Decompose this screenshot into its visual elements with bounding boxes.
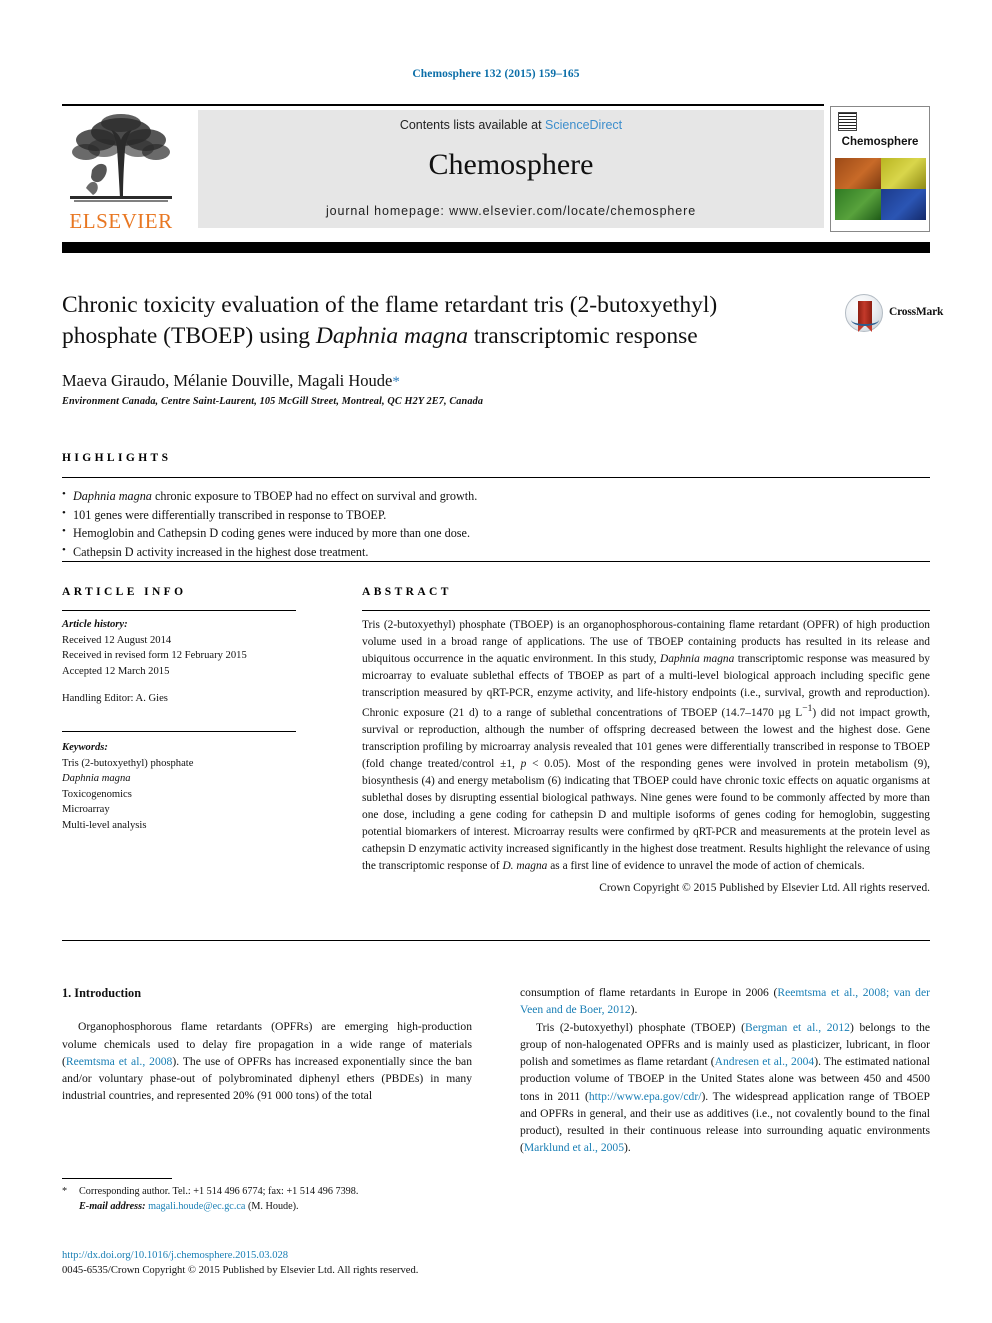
- intro-paragraph-1: Organophosphorous flame retardants (OPFR…: [62, 1018, 472, 1104]
- intro-p1-cont-pre: consumption of flame retardants in Europ…: [520, 986, 778, 999]
- article-accepted: Accepted 12 March 2015: [62, 665, 170, 677]
- article-revised: Received in revised form 12 February 201…: [62, 650, 247, 662]
- cover-tile-orange: [835, 158, 881, 189]
- section-heading-introduction: 1. Introduction: [62, 986, 142, 1000]
- crossmark-badge[interactable]: CrossMark: [845, 292, 944, 338]
- keywords-top-rule: [62, 731, 296, 732]
- footnote-text: Corresponding author. Tel.: +1 514 496 6…: [79, 1186, 359, 1197]
- citation-andresen-2004[interactable]: Andresen et al., 2004: [715, 1055, 815, 1068]
- header-black-bar: [62, 242, 930, 253]
- article-info-heading: ARTICLE INFO: [62, 586, 187, 598]
- abstract-part-5: as a first line of evidence to unravel t…: [547, 860, 865, 873]
- keyword-item: Tris (2-butoxyethyl) phosphate: [62, 757, 194, 769]
- keywords-block: Keywords: Tris (2-butoxyethyl) phosphate…: [62, 740, 312, 833]
- corresponding-author-footnote: * Corresponding author. Tel.: +1 514 496…: [62, 1184, 482, 1214]
- intro-p2-a: Tris (2-butoxyethyl) phosphate (TBOEP) (: [536, 1020, 745, 1034]
- page-footer: http://dx.doi.org/10.1016/j.chemosphere.…: [62, 1248, 622, 1278]
- crossmark-label: CrossMark: [889, 306, 944, 318]
- corresponding-author-marker[interactable]: *: [392, 374, 400, 390]
- highlight-item: Daphnia magna chronic exposure to TBOEP …: [62, 486, 930, 506]
- cover-tile-yellow: [880, 158, 926, 189]
- abstract-superscript: −1: [802, 704, 813, 715]
- elsevier-wordmark: ELSEVIER: [69, 209, 173, 233]
- keyword-item: Toxicogenomics: [62, 788, 132, 800]
- contents-available-line: Contents lists available at ScienceDirec…: [198, 118, 824, 132]
- keyword-item: Daphnia magna: [62, 773, 131, 785]
- abstract-body: Tris (2-butoxyethyl) phosphate (TBOEP) i…: [362, 617, 930, 897]
- intro-paragraph-2: Tris (2-butoxyethyl) phosphate (TBOEP) (…: [520, 1019, 930, 1157]
- highlight-text: 101 genes were differentially transcribe…: [73, 507, 387, 522]
- journal-homepage-link[interactable]: journal homepage: www.elsevier.com/locat…: [198, 204, 824, 218]
- doi-link[interactable]: http://dx.doi.org/10.1016/j.chemosphere.…: [62, 1248, 622, 1263]
- sciencedirect-link[interactable]: ScienceDirect: [545, 118, 622, 132]
- highlight-text: Cathepsin D activity increased in the hi…: [73, 544, 369, 559]
- author-list: Maeva Giraudo, Mélanie Douville, Magali …: [62, 371, 842, 391]
- article-history-label: Article history:: [62, 619, 128, 630]
- title-line-1: Chronic toxicity evaluation of the flame…: [62, 292, 718, 318]
- cover-mini-icon: [838, 112, 857, 131]
- abstract-italic-species-2: D. magna: [502, 860, 548, 873]
- journal-cover-thumbnail: Chemosphere: [830, 106, 930, 232]
- cover-tile-green: [835, 189, 881, 220]
- highlight-text: chronic exposure to TBOEP had no effect …: [151, 489, 478, 503]
- contents-prefix: Contents lists available at: [399, 118, 546, 132]
- highlights-heading: HIGHLIGHTS: [62, 452, 172, 464]
- running-head-citation: Chemosphere 132 (2015) 159–165: [412, 68, 580, 80]
- cover-journal-title: Chemosphere: [841, 136, 919, 148]
- abstract-copyright: Crown Copyright © 2015 Published by Else…: [599, 881, 930, 894]
- footnote-rule: [62, 1178, 172, 1179]
- keyword-item: Microarray: [62, 804, 110, 816]
- citation-bergman-2012[interactable]: Bergman et al., 2012: [745, 1021, 850, 1034]
- highlight-item: Cathepsin D activity increased in the hi…: [62, 542, 930, 562]
- abstract-italic-species-1: Daphnia magna: [659, 653, 735, 666]
- title-species-name: Daphnia magna: [315, 323, 469, 350]
- body-column-right: consumption of flame retardants in Europ…: [520, 984, 930, 1157]
- highlights-list: Daphnia magna chronic exposure to TBOEP …: [62, 486, 930, 562]
- section-divider-rule: [62, 940, 930, 941]
- paper-page: Chemosphere 132 (2015) 159–165 ELSEVIER …: [0, 0, 992, 1323]
- intro-paragraph-1-cont: consumption of flame retardants in Europ…: [520, 984, 930, 1019]
- article-history: Article history: Received 12 August 2014…: [62, 617, 312, 679]
- page-title: Chronic toxicity evaluation of the flame…: [62, 290, 822, 353]
- highlights-bottom-rule: [62, 561, 930, 562]
- keywords-label: Keywords:: [62, 742, 108, 753]
- keyword-item: Multi-level analysis: [62, 819, 147, 831]
- highlight-italic-species: Daphnia magna: [73, 489, 152, 503]
- highlight-text: Hemoglobin and Cathepsin D coding genes …: [73, 526, 471, 541]
- article-received: Received 12 August 2014: [62, 634, 172, 646]
- intro-p1-cont-post: ).: [630, 1003, 638, 1017]
- footnote-marker: *: [62, 1186, 68, 1197]
- handling-editor: Handling Editor: A. Gies: [62, 693, 168, 704]
- email-link[interactable]: magali.houde@ec.gc.ca: [148, 1201, 245, 1212]
- email-suffix: (M. Houde).: [245, 1201, 299, 1213]
- header-top-rule: [62, 104, 824, 106]
- intro-p2-e: ).: [624, 1141, 631, 1155]
- crossmark-circle-icon: [845, 294, 883, 332]
- journal-banner: Contents lists available at ScienceDirec…: [198, 110, 824, 228]
- crossmark-arc-icon: [851, 314, 879, 326]
- body-column-left: 1. Introduction Organophosphorous flame …: [62, 984, 472, 1105]
- title-line-2-pre: phosphate (TBOEP) using: [62, 323, 316, 350]
- citation-reemtsma-2008[interactable]: Reemtsma et al., 2008: [66, 1055, 172, 1068]
- cover-image-grid: [835, 158, 926, 220]
- abstract-rule: [362, 610, 930, 611]
- elsevier-logo: ELSEVIER: [62, 110, 180, 232]
- cover-tile-blue: [880, 189, 926, 220]
- issn-copyright-line: 0045-6535/Crown Copyright © 2015 Publish…: [62, 1265, 419, 1277]
- affiliation: Environment Canada, Centre Saint-Laurent…: [62, 396, 484, 407]
- author-names: Maeva Giraudo, Mélanie Douville, Magali …: [62, 371, 393, 390]
- abstract-part-4: < 0.05). Most of the responding genes we…: [362, 758, 931, 873]
- article-info-rule: [62, 610, 296, 611]
- title-line-2-post: transcriptomic response: [468, 323, 698, 350]
- email-label: E-mail address:: [79, 1201, 146, 1213]
- epa-cdr-link[interactable]: http://www.epa.gov/cdr/: [589, 1090, 702, 1103]
- abstract-heading: ABSTRACT: [362, 586, 452, 598]
- citation-marklund-2005[interactable]: Marklund et al., 2005: [524, 1141, 624, 1154]
- journal-header: ELSEVIER Contents lists available at Sci…: [62, 104, 930, 232]
- highlight-item: 101 genes were differentially transcribe…: [62, 505, 930, 525]
- highlight-item: Hemoglobin and Cathepsin D coding genes …: [62, 523, 930, 543]
- journal-title: Chemosphere: [428, 148, 594, 181]
- highlights-top-rule: [62, 477, 930, 478]
